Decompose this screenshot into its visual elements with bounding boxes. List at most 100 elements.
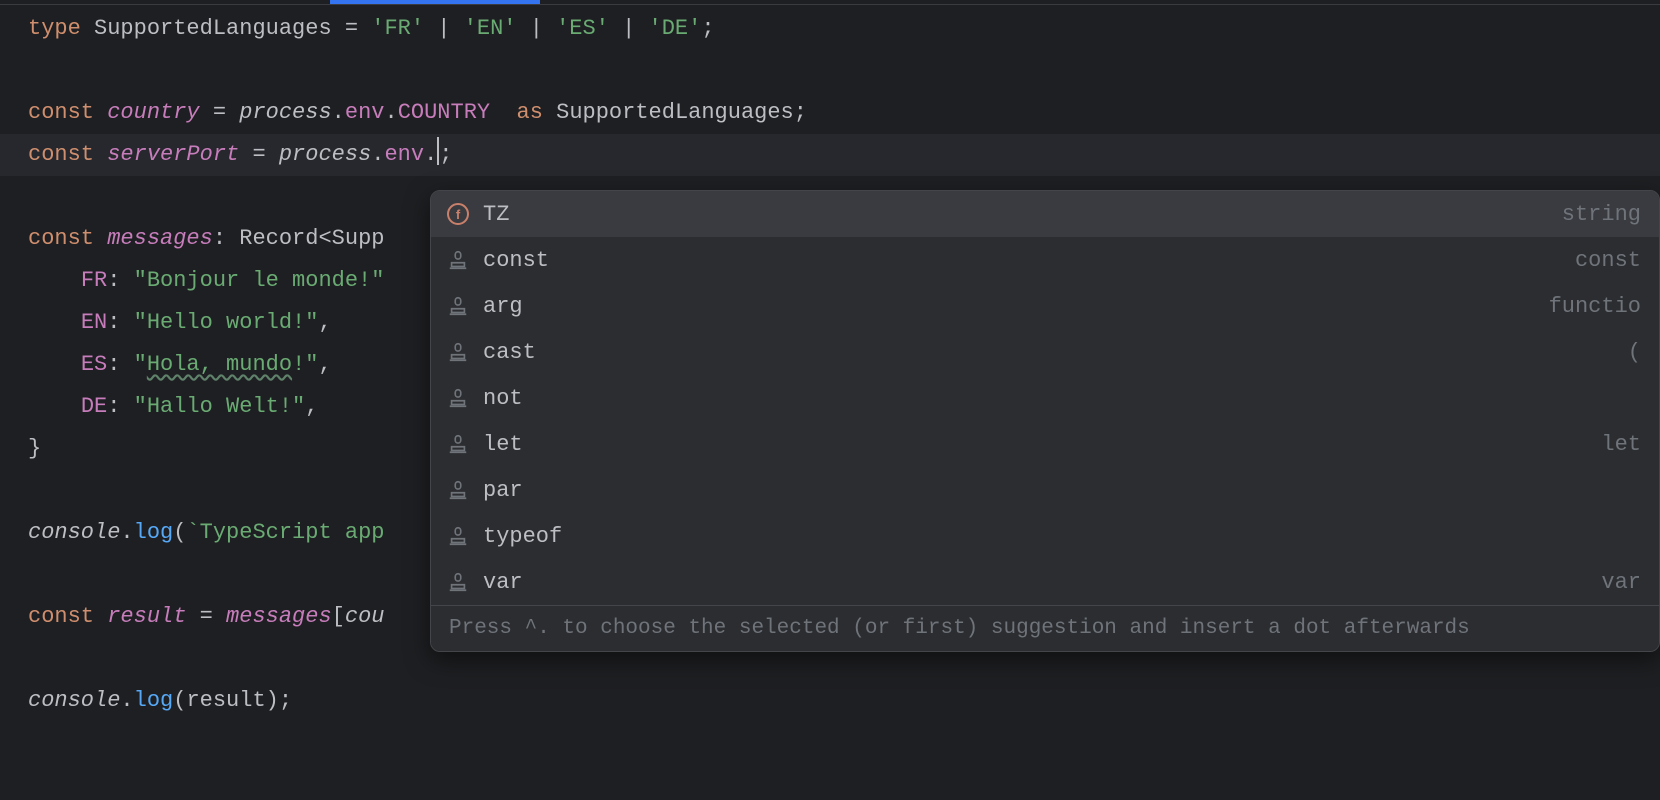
keyword-const: const [28, 100, 94, 125]
autocomplete-item-label: cast [483, 340, 536, 365]
template-icon [445, 247, 471, 273]
string-literal: "Hello world!" [134, 310, 319, 335]
keyword-const: const [28, 226, 94, 251]
type-reference: Record<Supp [239, 226, 384, 251]
autocomplete-item-typeof[interactable]: typeof [431, 513, 1659, 559]
autocomplete-item-type: string [1562, 202, 1641, 227]
string-literal: !" [292, 352, 318, 377]
autocomplete-hint: Press ^. to choose the selected (or firs… [431, 605, 1659, 651]
punct: , [305, 394, 318, 419]
punct: : [213, 226, 239, 251]
punct: . [371, 142, 384, 167]
autocomplete-item-par[interactable]: par [431, 467, 1659, 513]
template-icon [445, 523, 471, 549]
operator: = [332, 16, 372, 41]
top-border [0, 4, 1660, 5]
autocomplete-item-type: const [1575, 248, 1641, 273]
punct: . [120, 520, 133, 545]
identifier: cou [345, 604, 385, 629]
autocomplete-item-type: ( [1628, 340, 1641, 365]
punct: : [107, 310, 133, 335]
autocomplete-item-label: let [483, 432, 523, 457]
code-line[interactable]: type SupportedLanguages = 'FR' | 'EN' | … [0, 8, 1660, 50]
string-literal: 'FR' [371, 16, 424, 41]
env-variable: COUNTRY [398, 100, 490, 125]
template-icon [445, 569, 471, 595]
autocomplete-item-label: TZ [483, 202, 509, 227]
code-line[interactable] [0, 50, 1660, 92]
punct: . [332, 100, 345, 125]
autocomplete-item-label: const [483, 248, 549, 273]
autocomplete-item-label: not [483, 386, 523, 411]
template-icon [445, 431, 471, 457]
identifier: country [107, 100, 199, 125]
string-literal-warning: Hola, mundo [147, 352, 292, 377]
autocomplete-item-TZ[interactable]: f TZ string [431, 191, 1659, 237]
identifier: result [186, 688, 265, 713]
string-literal: 'EN' [464, 16, 517, 41]
string-literal: 'DE' [649, 16, 702, 41]
method-log: log [134, 688, 174, 713]
punct: , [318, 310, 331, 335]
autocomplete-item-let[interactable]: let let [431, 421, 1659, 467]
autocomplete-item-label: var [483, 570, 523, 595]
autocomplete-item-type: let [1601, 432, 1641, 457]
object-key: ES [81, 352, 107, 377]
indent [28, 352, 81, 377]
autocomplete-item-const[interactable]: const const [431, 237, 1659, 283]
method-log: log [134, 520, 174, 545]
punct: ; [439, 142, 452, 167]
string-literal: " [134, 352, 147, 377]
string-literal: "Bonjour le monde!" [134, 268, 385, 293]
object-key: EN [81, 310, 107, 335]
code-line[interactable]: const country = process.env.COUNTRY as S… [0, 92, 1660, 134]
punct: [ [332, 604, 345, 629]
punct: ( [173, 520, 186, 545]
object-key: FR [81, 268, 107, 293]
template-icon [445, 385, 471, 411]
identifier: result [107, 604, 186, 629]
template-icon [445, 339, 471, 365]
autocomplete-item-type: var [1601, 570, 1641, 595]
punct: . [424, 142, 437, 167]
identifier-process: process [239, 100, 331, 125]
punct: } [28, 436, 41, 461]
identifier: serverPort [107, 142, 239, 167]
autocomplete-item-not[interactable]: not [431, 375, 1659, 421]
string-literal: 'ES' [556, 16, 609, 41]
autocomplete-item-cast[interactable]: cast ( [431, 329, 1659, 375]
identifier: messages [226, 604, 332, 629]
operator: | [609, 16, 649, 41]
punct: ; [701, 16, 714, 41]
keyword-as: as [517, 100, 543, 125]
punct: : [107, 268, 133, 293]
punct: . [120, 688, 133, 713]
autocomplete-item-arg[interactable]: argfunctio [431, 283, 1659, 329]
punct: ( [173, 688, 186, 713]
identifier-console: console [28, 688, 120, 713]
autocomplete-item-label: arg [483, 294, 523, 319]
operator: = [239, 142, 279, 167]
autocomplete-item-var[interactable]: var var [431, 559, 1659, 605]
autocomplete-item-label: par [483, 478, 523, 503]
template-icon [445, 293, 471, 319]
code-line-active[interactable]: const serverPort = process.env.; [0, 134, 1660, 176]
code-line[interactable]: console.log(result); [0, 680, 1660, 722]
type-name: SupportedLanguages [94, 16, 332, 41]
string-literal: "Hallo Welt!" [134, 394, 306, 419]
operator: = [186, 604, 226, 629]
property-env: env [345, 100, 385, 125]
indent [28, 310, 81, 335]
punct: : [107, 394, 133, 419]
keyword-const: const [28, 604, 94, 629]
punct: ; [794, 100, 807, 125]
keyword-const: const [28, 142, 94, 167]
indent [28, 268, 81, 293]
punct: ); [266, 688, 292, 713]
property-env: env [384, 142, 424, 167]
field-icon: f [445, 201, 471, 227]
identifier-process: process [279, 142, 371, 167]
autocomplete-popup[interactable]: f TZ string const const argfunctio cast ( not let… [430, 190, 1660, 652]
keyword-type: type [28, 16, 81, 41]
punct: : [107, 352, 133, 377]
